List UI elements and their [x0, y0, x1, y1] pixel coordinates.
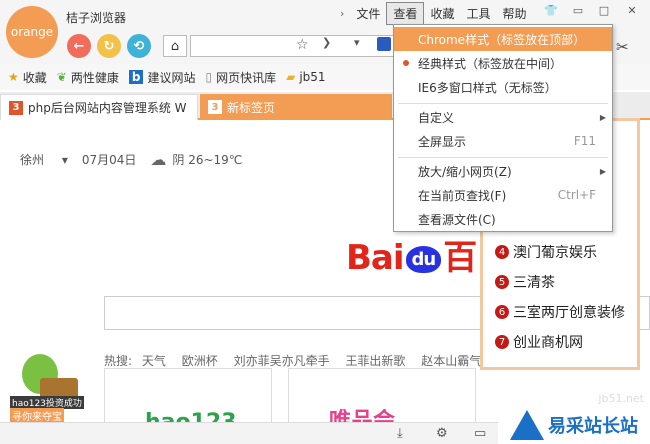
- news-list: 4 澳门葡京娱乐 5 三清茶 6 三室两厅创意装修 7 创业商机网: [483, 237, 637, 357]
- address-input[interactable]: [190, 35, 395, 57]
- menu-item-fullscreen[interactable]: 全屏显示 F11: [394, 129, 612, 153]
- close-icon[interactable]: ✕: [622, 4, 642, 17]
- menu-item-customize[interactable]: 自定义 ▶: [394, 105, 612, 129]
- scissors-icon[interactable]: ✂: [616, 38, 629, 56]
- chevron-down-icon[interactable]: ▾: [354, 36, 360, 49]
- radio-selected-icon: [403, 60, 409, 66]
- baidu-paw-icon[interactable]: [377, 37, 391, 51]
- gear-icon[interactable]: ⚙: [436, 426, 448, 441]
- home-button[interactable]: ⌂: [163, 35, 187, 57]
- baidu-du-badge: du: [405, 246, 442, 273]
- watermark-triangle-icon: [510, 410, 544, 440]
- menu-item-zoom[interactable]: 放大/缩小网页(Z) ▶: [394, 159, 612, 183]
- refresh-button[interactable]: ↻: [97, 34, 121, 58]
- bookmark-health[interactable]: ❦ 两性健康: [57, 69, 119, 86]
- page-icon: ▯: [205, 70, 213, 84]
- list-item[interactable]: 5 三清茶: [483, 267, 637, 297]
- tab-php-cms[interactable]: 3 php后台网站内容管理系统 W: [0, 94, 198, 120]
- browser-logo: orange: [6, 6, 58, 58]
- menu-favorites[interactable]: 收藏: [424, 3, 460, 24]
- folder-icon: ▰: [286, 70, 296, 84]
- restore-button[interactable]: ⟲: [127, 34, 151, 58]
- city-selector[interactable]: 徐州 ▾: [20, 151, 68, 168]
- site-card-hao123[interactable]: hao123: [104, 368, 272, 435]
- list-item[interactable]: 4 澳门葡京娱乐: [483, 237, 637, 267]
- menu-view[interactable]: 查看: [386, 1, 425, 25]
- list-item[interactable]: 7 创业商机网: [483, 327, 637, 357]
- menu-expand-icon[interactable]: ›: [340, 7, 350, 20]
- hot-search-list: 热搜: 天气 欧洲杯 刘亦菲吴亦凡牵手 王菲出新歌 赵本山霸气: [104, 352, 493, 369]
- hot-search-label: 热搜:: [104, 354, 133, 368]
- leaf-icon: ❦: [56, 70, 67, 84]
- shirt-icon[interactable]: 👕: [541, 4, 561, 17]
- maximize-icon[interactable]: □: [594, 4, 614, 17]
- tab-new-tab[interactable]: 3 新标签页: [200, 94, 392, 120]
- watermark-logo: jb51.net 易采站长站: [498, 392, 650, 444]
- view-dropdown-menu: Chrome样式（标签放在顶部） 经典样式（标签放在中间） IE6多窗口样式（无…: [393, 24, 613, 232]
- menu-separator: [398, 157, 608, 158]
- site-card-vip[interactable]: 唯品会: [288, 368, 476, 434]
- hot-search-item[interactable]: 天气: [142, 354, 166, 368]
- hot-search-item[interactable]: 赵本山霸气: [421, 354, 481, 368]
- app-title: 桔子浏览器: [66, 11, 127, 25]
- menu-bar: › 文件 查看 收藏 工具 帮助: [340, 1, 532, 25]
- menu-file[interactable]: 文件: [350, 3, 386, 24]
- minimize-icon[interactable]: ▭: [568, 4, 588, 17]
- list-item[interactable]: 6 三室两厅创意装修: [483, 297, 637, 327]
- b-icon: b: [128, 70, 144, 84]
- promo-mascot[interactable]: hao123投资成功 寻你来夺宝: [8, 354, 84, 423]
- jb51-favicon-icon: 3: [208, 100, 222, 114]
- menu-item-view-source[interactable]: 查看源文件(C): [394, 207, 612, 231]
- chevron-right-icon[interactable]: ❯: [322, 36, 331, 49]
- submenu-arrow-icon: ▶: [599, 112, 606, 122]
- menu-item-find[interactable]: 在当前页查找(F) Ctrl+F: [394, 183, 612, 207]
- menu-separator: [398, 103, 608, 104]
- jb51-favicon-icon: 3: [9, 100, 23, 115]
- baidu-logo[interactable]: Bai du 百: [346, 230, 477, 279]
- bookmark-suggested[interactable]: b 建议网站: [128, 69, 195, 86]
- submenu-arrow-icon: ▶: [599, 166, 606, 176]
- cloud-icon: ☁: [150, 150, 167, 169]
- hot-search-item[interactable]: 刘亦菲吴亦凡牵手: [234, 354, 330, 368]
- back-button[interactable]: ←: [67, 34, 91, 58]
- window-icon[interactable]: ▭: [474, 426, 486, 441]
- bookmark-jb51[interactable]: ▰ jb51: [286, 70, 325, 84]
- menu-tools[interactable]: 工具: [460, 3, 496, 24]
- hot-search-item[interactable]: 王菲出新歌: [345, 354, 405, 368]
- download-icon[interactable]: ⤓: [397, 426, 403, 441]
- menu-help[interactable]: 帮助: [496, 3, 532, 24]
- menu-item-chrome-style[interactable]: Chrome样式（标签放在顶部）: [394, 27, 612, 51]
- bookmark-favorites[interactable]: ★ 收藏: [8, 69, 47, 86]
- weather-date: 07月04日: [81, 153, 137, 167]
- weather-widget: 徐州 ▾ 07月04日 ☁ 阴 26~19℃: [20, 150, 256, 169]
- menu-item-classic-style[interactable]: 经典样式（标签放在中间）: [394, 51, 612, 75]
- weather-condition: 阴 26~19℃: [172, 153, 243, 167]
- menu-item-ie6-style[interactable]: IE6多窗口样式（无标签）: [394, 75, 612, 99]
- hot-search-item[interactable]: 欧洲杯: [182, 354, 218, 368]
- star-icon: ★: [8, 70, 19, 84]
- bookmark-webslices[interactable]: ▯ 网页快讯库: [205, 69, 276, 86]
- star-icon[interactable]: ☆: [296, 37, 309, 53]
